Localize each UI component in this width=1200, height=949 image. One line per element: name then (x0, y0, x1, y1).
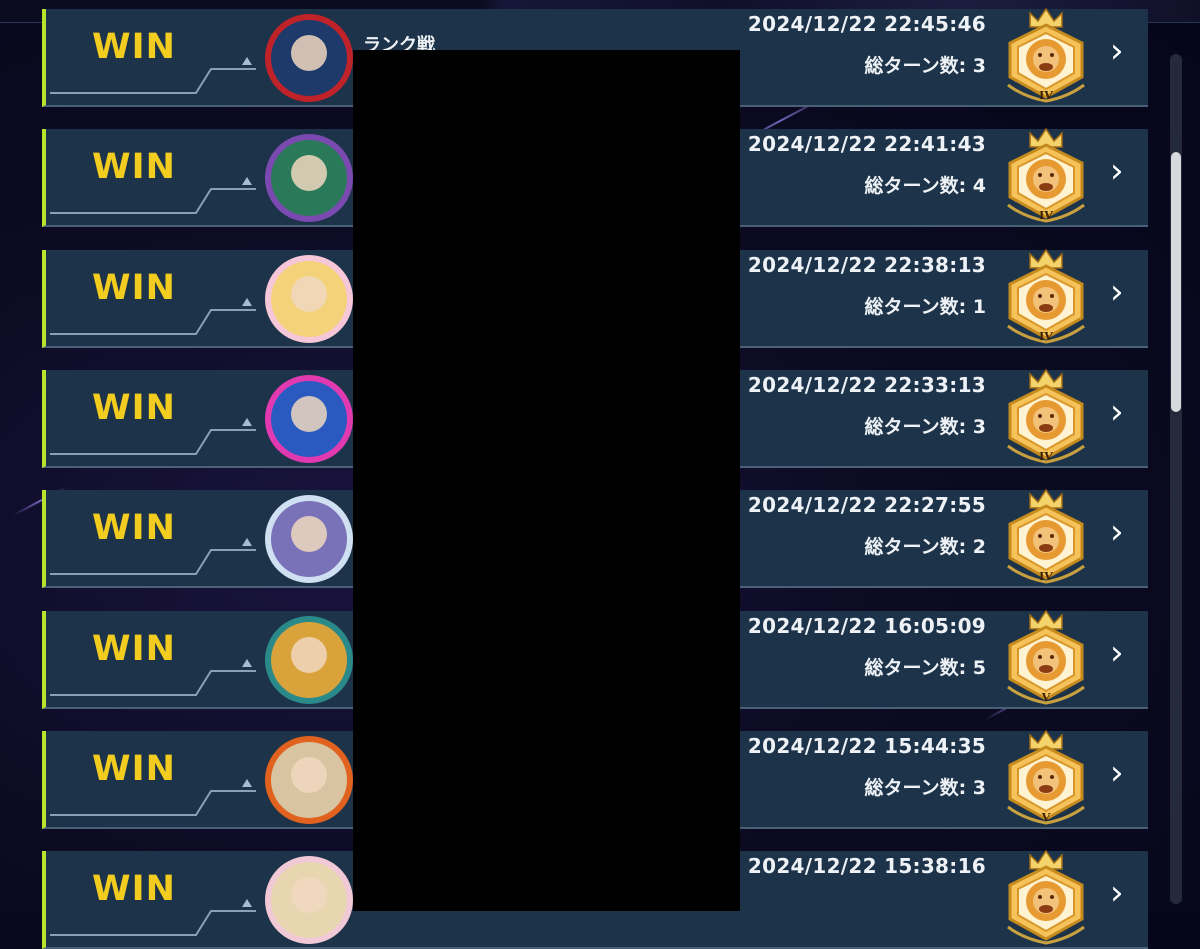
lion-rank-badge-icon: IV (1007, 127, 1085, 223)
rank-numeral: IV (1039, 450, 1053, 463)
total-turns: 総ターン数: 3 (864, 55, 986, 77)
match-datetime: 2024/12/22 15:38:16 (747, 854, 986, 879)
total-turns: 総ターン数: 1 (864, 295, 986, 318)
lion-rank-badge-icon: IV (1007, 368, 1085, 464)
redacted-area (353, 50, 740, 911)
character-avatar (265, 735, 353, 824)
chevron-right-icon[interactable]: › (1110, 633, 1124, 673)
result-label: WIN (92, 387, 176, 428)
total-turns: 総ターン数: 3 (864, 776, 986, 799)
total-turns: 総ターン数: 4 (864, 175, 986, 198)
result-label: WIN (92, 628, 176, 669)
lion-rank-badge-icon: IV (1007, 488, 1085, 584)
result-label: WIN (92, 869, 176, 910)
rank-numeral: V (1041, 811, 1051, 824)
lion-rank-badge-icon: IV (1007, 7, 1085, 103)
chevron-right-icon[interactable]: › (1110, 753, 1124, 793)
rank-numeral: IV (1039, 330, 1053, 343)
match-datetime: 2024/12/22 22:45:46 (747, 12, 986, 36)
character-avatar (265, 254, 353, 343)
match-datetime: 2024/12/22 22:38:13 (747, 252, 986, 277)
rank-numeral: IV (1039, 89, 1053, 102)
result-label: WIN (92, 267, 176, 308)
match-datetime: 2024/12/22 22:27:55 (747, 493, 986, 518)
chevron-right-icon[interactable]: › (1110, 392, 1124, 432)
total-turns: 総ターン数: 3 (864, 415, 986, 438)
result-label: WIN (92, 27, 176, 67)
lion-rank-badge-icon: V (1007, 609, 1085, 705)
character-avatar (265, 134, 353, 223)
rank-numeral: V (1041, 691, 1051, 704)
match-datetime: 2024/12/22 16:05:09 (747, 613, 986, 638)
lion-rank-badge-icon (1007, 849, 1085, 945)
character-avatar (265, 14, 353, 102)
chevron-right-icon[interactable]: › (1110, 272, 1124, 312)
character-avatar (265, 495, 353, 584)
chevron-right-icon[interactable]: › (1110, 873, 1124, 913)
rank-numeral: IV (1039, 209, 1053, 222)
total-turns: 総ターン数: 5 (864, 656, 986, 679)
match-datetime: 2024/12/22 15:44:35 (747, 733, 986, 758)
total-turns: 総ターン数: 2 (864, 536, 986, 559)
result-label: WIN (92, 147, 176, 188)
match-datetime: 2024/12/22 22:33:13 (747, 372, 986, 397)
lion-rank-badge-icon: IV (1007, 248, 1085, 344)
chevron-right-icon[interactable]: › (1110, 512, 1124, 552)
rank-numeral: IV (1039, 570, 1053, 583)
character-avatar (265, 374, 353, 463)
character-avatar (265, 615, 353, 704)
lion-rank-badge-icon: V (1007, 729, 1085, 825)
result-label: WIN (92, 748, 176, 789)
scrollbar-thumb[interactable] (1171, 152, 1181, 412)
chevron-right-icon[interactable]: › (1110, 151, 1124, 191)
result-label: WIN (92, 508, 176, 549)
match-datetime: 2024/12/22 22:41:43 (747, 132, 986, 157)
character-avatar (265, 856, 353, 945)
chevron-right-icon[interactable]: › (1110, 31, 1124, 71)
